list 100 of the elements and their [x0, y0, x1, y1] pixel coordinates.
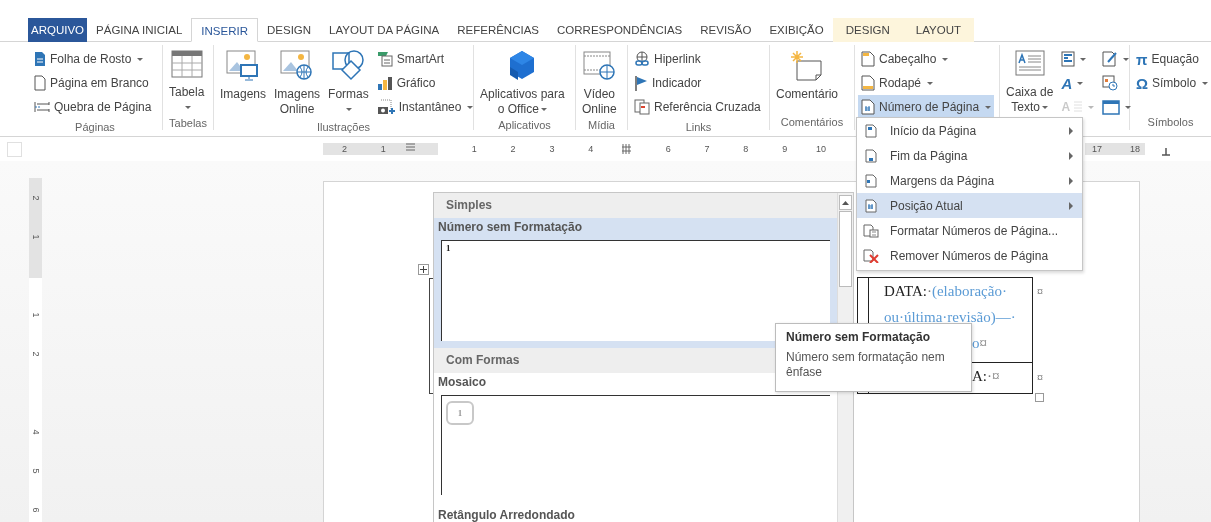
ruler-number: 6: [30, 507, 41, 512]
ribbon-button[interactable]: Gráfico: [373, 71, 477, 95]
ribbon-tab[interactable]: DESIGN: [258, 18, 321, 42]
ribbon-tab[interactable]: EXIBIÇÃO: [760, 18, 833, 42]
signature-pen-icon: [1102, 51, 1119, 67]
ruler-number: 10: [814, 143, 826, 155]
end-of-row-mark: ¤: [1037, 285, 1043, 299]
menu-item[interactable]: Início da Página: [857, 118, 1082, 143]
page-top-number-icon: [863, 123, 879, 138]
ribbon-button[interactable]: Aplicativos para o Office: [477, 45, 568, 117]
globe-link-icon: [634, 51, 650, 67]
ruler-number: 17: [1091, 143, 1102, 155]
submenu-arrow-icon: [1069, 152, 1073, 160]
ribbon-tab[interactable]: ARQUIVO: [28, 18, 88, 42]
menu-item[interactable]: Remover Números de Página: [857, 243, 1082, 268]
ribbon-tab[interactable]: LAYOUT DA PÁGINA: [320, 18, 449, 42]
ribbon-button[interactable]: Tabela: [166, 45, 208, 115]
ribbon-tab[interactable]: INSERIR: [191, 18, 258, 42]
ribbon-button[interactable]: Página em Branco: [31, 71, 155, 95]
up-arrow-icon: [842, 200, 849, 205]
caret-icon: [1123, 57, 1130, 61]
group-label: Símbolos: [1147, 116, 1194, 128]
ruler-number: 4: [30, 429, 41, 434]
cover-page-icon: [34, 51, 46, 67]
gallery-section-header: Simples: [434, 193, 837, 218]
ribbon-button[interactable]: Indicador: [631, 71, 764, 95]
ruler-number: 8: [742, 143, 749, 155]
group-label: Comentários: [780, 116, 844, 128]
ribbon-button[interactable]: Imagens Online: [271, 45, 324, 119]
header-page-icon: [861, 51, 875, 67]
ribbon-button[interactable]: Ω Símbolo: [1133, 71, 1211, 95]
ribbon-button[interactable]: Formas: [325, 45, 372, 119]
ruler-number: 2: [30, 351, 41, 356]
group-label: Ilustrações: [316, 121, 371, 133]
menu-item[interactable]: Formatar Números de Página...: [857, 218, 1082, 243]
page-bottom-number-icon: [863, 148, 879, 163]
ribbon-icon-button[interactable]: A: [1058, 71, 1098, 95]
group-label: Aplicativos: [498, 119, 551, 131]
page-margin-number-icon: [863, 173, 879, 188]
ribbon-button[interactable]: π Equação: [1133, 47, 1211, 71]
ribbon-button[interactable]: SmartArt: [373, 47, 477, 71]
menu-item[interactable]: Fim da Página: [857, 143, 1082, 168]
group-label: Mídia: [588, 119, 615, 131]
ruler-number: 1: [30, 234, 41, 239]
ruler-number: 18: [1129, 143, 1140, 155]
menu-item[interactable]: Margens da Página: [857, 168, 1082, 193]
caret-icon: [540, 108, 547, 112]
ribbon-button[interactable]: Rodapé: [858, 71, 995, 95]
submenu-arrow-icon: [1069, 202, 1073, 210]
remove-page-numbers-icon: [863, 248, 879, 263]
document-text: o¤: [972, 334, 987, 353]
ribbon-button[interactable]: Quebra de Página: [31, 95, 155, 119]
ribbon-tab[interactable]: REVISÃO: [691, 18, 761, 42]
document-text: DATA:·(elaboração·: [884, 282, 1007, 301]
table-move-handle-icon: [418, 264, 429, 275]
ribbon-button[interactable]: Comentário: [773, 45, 842, 114]
ribbon-tab[interactable]: CORRESPONDÊNCIAS: [548, 18, 692, 42]
ruler-number: 9: [781, 143, 788, 155]
ribbon-tab[interactable]: DESIGN: [832, 18, 903, 42]
caret-icon: [942, 57, 949, 61]
ribbon-button[interactable]: Número de Página: [858, 95, 995, 119]
ribbon-button[interactable]: Hiperlink: [631, 47, 764, 71]
scroll-thumb[interactable]: [839, 211, 852, 287]
menu-item[interactable]: Posição Atual: [857, 193, 1082, 218]
video-globe-icon: [582, 49, 617, 81]
group-label: Tabelas: [169, 117, 207, 129]
tab-stop-icon: [1162, 148, 1170, 156]
comment-sparkle-icon: [789, 49, 825, 81]
ribbon-tab[interactable]: REFERÊNCIAS: [448, 18, 548, 42]
ruler-number: 1: [379, 143, 386, 155]
ribbon-button[interactable]: Imagens: [217, 45, 270, 119]
smartart-icon: [376, 51, 393, 67]
footer-page-icon: [861, 75, 875, 91]
ribbon-tab[interactable]: PÁGINA INICIAL: [87, 18, 192, 42]
document-text: A:·¤: [972, 367, 1000, 386]
ribbon-button[interactable]: Vídeo Online: [579, 45, 620, 117]
ruler-number: 2: [30, 195, 41, 200]
blank-page-icon: [34, 75, 46, 91]
caret-icon: [985, 105, 992, 109]
cross-reference-icon: [634, 99, 650, 115]
ribbon-button[interactable]: Folha de Rosto: [31, 47, 155, 71]
caret-icon: [1202, 81, 1209, 85]
table-icon: [170, 49, 203, 79]
ribbon-button[interactable]: Instantâneo: [373, 95, 477, 119]
ribbon-button[interactable]: Referência Cruzada: [631, 95, 764, 119]
mosaic-page-number: 1: [446, 401, 474, 425]
table-resize-handle[interactable]: [1035, 393, 1044, 402]
scroll-up-button[interactable]: [839, 195, 852, 210]
ribbon-button[interactable]: Cabeçalho: [858, 47, 995, 71]
page-number-icon: [863, 198, 879, 213]
caret-icon: [1125, 105, 1132, 109]
ribbon-tab[interactable]: LAYOUT: [902, 18, 974, 42]
page-number-text: 1: [446, 243, 451, 253]
ribbon-button[interactable]: Caixa de Texto: [1003, 45, 1057, 119]
submenu-arrow-icon: [1069, 127, 1073, 135]
bar-chart-icon: [376, 75, 393, 91]
ruler-number: 6: [664, 143, 671, 155]
picture-monitor-icon: [225, 49, 261, 81]
caret-icon: [1077, 81, 1084, 85]
gallery-item[interactable]: Retângulo Arredondado: [434, 502, 837, 522]
